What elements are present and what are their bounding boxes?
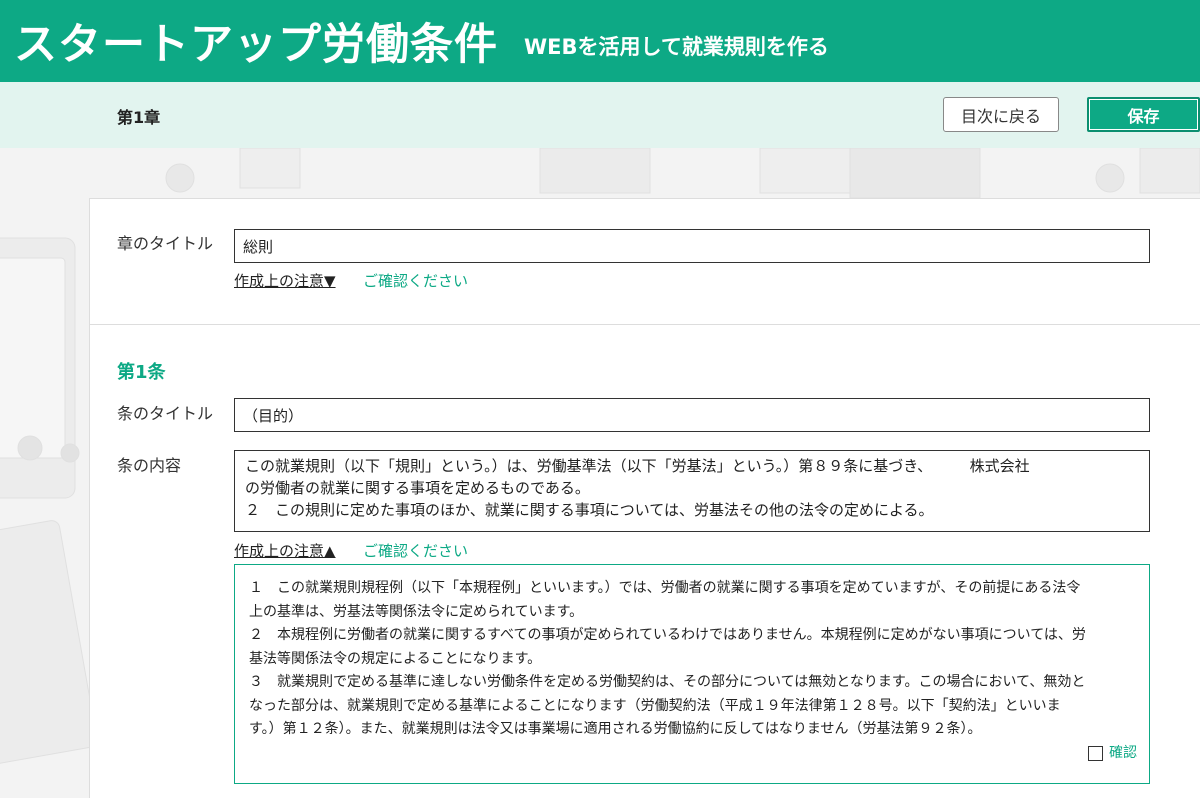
note-line: ３ 就業規則で定める基準に達しない労働条件を定める労働契約は、その部分については… [249,674,1086,690]
article-content-label: 条の内容 [117,456,182,475]
article-content-textarea[interactable]: この就業規則（以下「規則」という。）は、労働基準法（以下「労基法」という。）第８… [234,450,1150,532]
app-header: スタートアップ労働条件 WEBを活用して就業規則を作る [0,0,1200,82]
confirm-checkbox-label[interactable]: 確認 [1109,742,1137,766]
article-confirm-text: ご確認ください [363,542,469,560]
save-button[interactable]: 保存 [1087,97,1200,132]
chapter-confirm-text: ご確認ください [363,272,469,290]
confirm-checkbox[interactable] [1088,745,1103,761]
brand-title: スタートアップ労働条件 [14,20,498,70]
note-line: １ この就業規則規程例（以下「本規程例」といいます。）では、労働者の就業に関する… [249,580,1081,596]
content-line: この就業規則（以下「規則」という。）は、労働基準法（以下「労基法」という。）第８… [245,457,1030,475]
note-line: ２ 本規程例に労働者の就業に関するすべての事項が定められているわけではありません… [249,627,1086,643]
chapter-number: 第1章 [117,108,161,127]
creation-notes-box: １ この就業規則規程例（以下「本規程例」といいます。）では、労働者の就業に関する… [234,564,1150,784]
note-line: 基法等関係法令の規定によることになります。 [249,650,542,667]
article-title-label: 条のタイトル [117,404,214,423]
note-line: なった部分は、就業規則で定める基準によることになります（労働契約法（平成１９年法… [249,697,1061,714]
article-note-toggle[interactable]: 作成上の注意▲ [234,540,336,561]
content-line: の労働者の就業に関する事項を定めるものである。 [245,479,590,497]
content-line: ２ この規則に定めた事項のほか、就業に関する事項については、労基法その他の法令の… [245,501,934,519]
article-heading: 第1条 [117,362,166,383]
chapter-title-label: 章のタイトル [117,234,214,253]
note-line: す。）第１２条）。また、就業規則は法令又は事業場に適用される労働協約に反してはな… [249,721,982,737]
chapter-title-input[interactable]: 総則 [234,229,1150,263]
article-title-input[interactable]: （目的） [234,398,1150,432]
confirm-check-row[interactable]: 確認 [1088,742,1137,766]
back-to-toc-button[interactable]: 目次に戻る [943,97,1059,132]
note-line: 上の基準は、労基法等関係法令に定められています。 [249,603,584,620]
section-divider [89,324,1200,325]
chapter-note-toggle[interactable]: 作成上の注意▼ [234,270,336,291]
brand-tagline: WEBを活用して就業規則を作る [524,35,829,59]
